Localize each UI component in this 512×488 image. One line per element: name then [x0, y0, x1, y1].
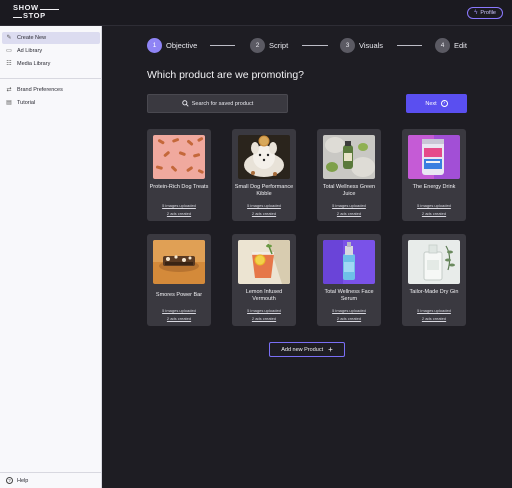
- ads-created-link[interactable]: 2 ads created: [317, 316, 381, 321]
- product-name: Lemon Infused Vermouth: [245, 289, 283, 302]
- sparkle-icon: ✎: [6, 35, 12, 41]
- step-script[interactable]: 2 Script: [250, 38, 288, 53]
- product-image-face-serum: [323, 240, 375, 284]
- sidebar-item-brand-preferences[interactable]: ⇄ Brand Preferences: [2, 84, 100, 96]
- profile-button[interactable]: ϟ Profile: [467, 7, 503, 19]
- ads-created-link[interactable]: 2 ads created: [232, 316, 296, 321]
- product-image-dry-gin: [408, 240, 460, 284]
- step-number: 2: [250, 38, 265, 53]
- images-uploaded-link[interactable]: 5 images uploaded: [232, 308, 296, 313]
- help-link[interactable]: ? Help: [0, 472, 102, 488]
- images-uploaded-link[interactable]: 5 images uploaded: [317, 308, 381, 313]
- step-label: Script: [269, 41, 289, 50]
- page-title: Which product are we promoting?: [147, 69, 304, 81]
- product-image-dog-kibble: [238, 135, 290, 179]
- next-label: Next: [425, 100, 437, 107]
- step-number: 4: [435, 38, 450, 53]
- preferences-icon: ⇄: [6, 87, 12, 93]
- images-uploaded-link[interactable]: 5 images uploaded: [232, 203, 296, 208]
- step-objective[interactable]: 1 Objective: [147, 38, 197, 53]
- bolt-icon: ϟ: [474, 10, 478, 16]
- ads-created-link[interactable]: 2 ads created: [147, 211, 211, 216]
- product-card[interactable]: Smores Power Bar 5 images uploaded 2 ads…: [147, 234, 211, 326]
- next-button[interactable]: Next ›: [406, 94, 467, 113]
- product-image-green-juice: [323, 135, 375, 179]
- product-card[interactable]: Total Wellness Green Juice 5 images uplo…: [317, 129, 381, 221]
- search-label: Search for saved product: [191, 100, 254, 107]
- product-card[interactable]: Tailor-Made Dry Gin 5 images uploaded 2 …: [402, 234, 466, 326]
- images-uploaded-link[interactable]: 5 images uploaded: [402, 203, 466, 208]
- product-image-vermouth: [238, 240, 290, 284]
- sidebar-item-ad-library[interactable]: ▭ Ad Library: [2, 45, 100, 57]
- product-name: Tailor-Made Dry Gin: [409, 289, 459, 295]
- product-name: The Energy Drink: [412, 184, 456, 190]
- sidebar-item-label: Create New: [17, 35, 47, 41]
- ads-created-link[interactable]: 2 ads created: [232, 211, 296, 216]
- product-name: Smores Power Bar: [155, 292, 203, 298]
- sidebar: ✎ Create New ▭ Ad Library ☷ Media Librar…: [0, 26, 102, 488]
- sidebar-item-label: Media Library: [17, 61, 51, 67]
- sidebar-item-label: Brand Preferences: [17, 87, 63, 93]
- step-number: 1: [147, 38, 162, 53]
- product-card[interactable]: Total Wellness Face Serum 5 images uploa…: [317, 234, 381, 326]
- product-image-energy-drink: [408, 135, 460, 179]
- images-uploaded-link[interactable]: 5 images uploaded: [147, 308, 211, 313]
- step-label: Edit: [454, 41, 467, 50]
- add-new-product-button[interactable]: Add new Product +: [269, 342, 345, 357]
- sidebar-item-label: Tutorial: [17, 100, 36, 106]
- step-connector: [210, 45, 235, 46]
- logo-bar-top: [40, 9, 59, 10]
- search-icon: [182, 100, 189, 107]
- progress-stepper: 1 Objective 2 Script 3 Visuals 4 Edit: [147, 38, 472, 54]
- product-card[interactable]: Protein-Rich Dog Treats 5 images uploade…: [147, 129, 211, 221]
- search-saved-product-button[interactable]: Search for saved product: [147, 94, 288, 113]
- plus-icon: +: [328, 344, 333, 354]
- product-card[interactable]: Lemon Infused Vermouth 5 images uploaded…: [232, 234, 296, 326]
- product-name: Small Dog Performance Kibble: [234, 184, 294, 197]
- product-card[interactable]: The Energy Drink 5 images uploaded 2 ads…: [402, 129, 466, 221]
- product-name: Protein-Rich Dog Treats: [149, 184, 209, 190]
- step-connector: [302, 45, 328, 46]
- sidebar-item-label: Ad Library: [17, 48, 43, 54]
- logo-bar-bottom: [13, 17, 22, 18]
- main-content: 1 Objective 2 Script 3 Visuals 4 Edit Wh…: [102, 26, 512, 488]
- ads-created-link[interactable]: 2 ads created: [317, 211, 381, 216]
- logo[interactable]: SHOW STOP: [13, 4, 61, 22]
- logo-line2: STOP: [23, 11, 46, 20]
- product-name: Total Wellness Green Juice: [322, 184, 376, 197]
- product-card[interactable]: Small Dog Performance Kibble 5 images up…: [232, 129, 296, 221]
- sidebar-item-create-new[interactable]: ✎ Create New: [2, 32, 100, 44]
- sidebar-item-media-library[interactable]: ☷ Media Library: [2, 58, 100, 70]
- step-label: Visuals: [359, 41, 384, 50]
- sidebar-item-tutorial[interactable]: ▤ Tutorial: [2, 97, 100, 109]
- step-label: Objective: [166, 41, 198, 50]
- step-edit[interactable]: 4 Edit: [435, 38, 467, 53]
- top-bar: SHOW STOP ϟ Profile: [0, 0, 512, 26]
- arrow-right-icon: ›: [440, 100, 448, 107]
- ads-created-link[interactable]: 2 ads created: [402, 316, 466, 321]
- ads-created-link[interactable]: 2 ads created: [402, 211, 466, 216]
- sidebar-divider: [0, 78, 102, 79]
- help-icon: ?: [6, 477, 13, 484]
- product-image-power-bar: [153, 240, 205, 284]
- folder-icon: ▭: [6, 48, 12, 54]
- images-uploaded-link[interactable]: 5 images uploaded: [317, 203, 381, 208]
- media-icon: ☷: [6, 61, 12, 67]
- step-connector: [397, 45, 422, 46]
- profile-label: Profile: [480, 10, 496, 16]
- images-uploaded-link[interactable]: 5 images uploaded: [402, 308, 466, 313]
- ads-created-link[interactable]: 2 ads created: [147, 316, 211, 321]
- images-uploaded-link[interactable]: 5 images uploaded: [147, 203, 211, 208]
- step-number: 3: [340, 38, 355, 53]
- product-image-dog-treats: [153, 135, 205, 179]
- add-label: Add new Product: [281, 346, 324, 353]
- product-name: Total Wellness Face Serum: [324, 289, 374, 302]
- help-label: Help: [17, 477, 29, 484]
- document-icon: ▤: [6, 100, 12, 106]
- step-visuals[interactable]: 3 Visuals: [340, 38, 383, 53]
